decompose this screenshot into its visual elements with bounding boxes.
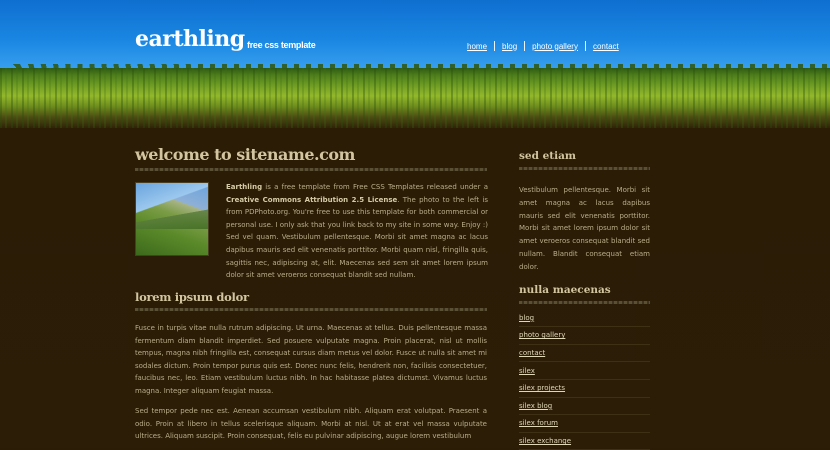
intro-text-2: . The photo to the left is from PDPhoto.… [226, 195, 488, 280]
sidebar-link-silex-projects[interactable]: silex projects [519, 384, 565, 392]
landscape-photo [135, 182, 209, 256]
grass-banner [0, 68, 830, 130]
top-nav: home blog photo gallery contact [460, 40, 626, 52]
sidebar: sed etiam Vestibulum pellentesque. Morbi… [519, 150, 650, 450]
sidebar-link-photo-gallery[interactable]: photo gallery [519, 331, 565, 339]
sidebar-link-silex-blog[interactable]: silex blog [519, 402, 552, 410]
license-link[interactable]: Creative Commons Attribution 2.5 License [226, 196, 397, 204]
nav-divider [584, 41, 586, 51]
title-divider [135, 168, 487, 171]
list-item: silex blog [519, 398, 650, 416]
sidebar-divider [519, 167, 650, 170]
sidebar-links: blog photo gallery contact silex silex p… [519, 310, 650, 450]
intro-strong-earthling: Earthling [226, 183, 263, 191]
body-paragraph-1: Fusce in turpis vitae nulla rutrum adipi… [135, 324, 487, 395]
section-header: lorem ipsum dolor [135, 290, 487, 311]
sidebar-link-silex[interactable]: silex [519, 367, 535, 375]
sidebar-link-silex-forum[interactable]: silex forum [519, 419, 558, 427]
intro-text-1: is a free template from Free CSS Templat… [262, 183, 488, 191]
nav-photo-gallery[interactable]: photo gallery [525, 42, 585, 51]
section-title: lorem ipsum dolor [135, 290, 249, 304]
list-item: silex projects [519, 380, 650, 398]
page-title: welcome to sitename.com [135, 145, 355, 164]
section-divider [135, 308, 487, 311]
mountain-ridge [136, 209, 208, 229]
list-item: contact [519, 345, 650, 363]
header-sky [0, 0, 830, 72]
nav-divider [494, 41, 496, 51]
nav-divider [524, 41, 526, 51]
content-background [0, 128, 830, 448]
sidebar-title-sed-etiam: sed etiam [519, 150, 577, 162]
site-logo[interactable]: earthling [135, 26, 245, 52]
nav-home[interactable]: home [460, 42, 494, 51]
list-item: silex exchange [519, 433, 650, 450]
sidebar-text: Vestibulum pellentesque. Morbi sit amet … [519, 186, 650, 271]
sidebar-link-contact[interactable]: contact [519, 349, 545, 357]
nav-contact[interactable]: contact [586, 42, 626, 51]
nav-blog[interactable]: blog [495, 42, 524, 51]
list-item: photo gallery [519, 327, 650, 345]
body-paragraph-2: Sed tempor pede nec est. Aenean accumsan… [135, 407, 487, 441]
list-item: silex forum [519, 415, 650, 433]
sidebar-link-silex-exchange[interactable]: silex exchange [519, 437, 571, 445]
sidebar-link-blog[interactable]: blog [519, 314, 534, 322]
sidebar-divider [519, 300, 650, 304]
intro-paragraph: Earthling is a free template from Free C… [226, 181, 488, 282]
site-tagline: free css template [247, 40, 316, 50]
main-content: welcome to sitename.com Earthling is a f… [135, 145, 488, 440]
list-item: silex [519, 362, 650, 380]
list-item: blog [519, 310, 650, 328]
sidebar-title-nulla-maecenas: nulla maecenas [519, 283, 611, 296]
